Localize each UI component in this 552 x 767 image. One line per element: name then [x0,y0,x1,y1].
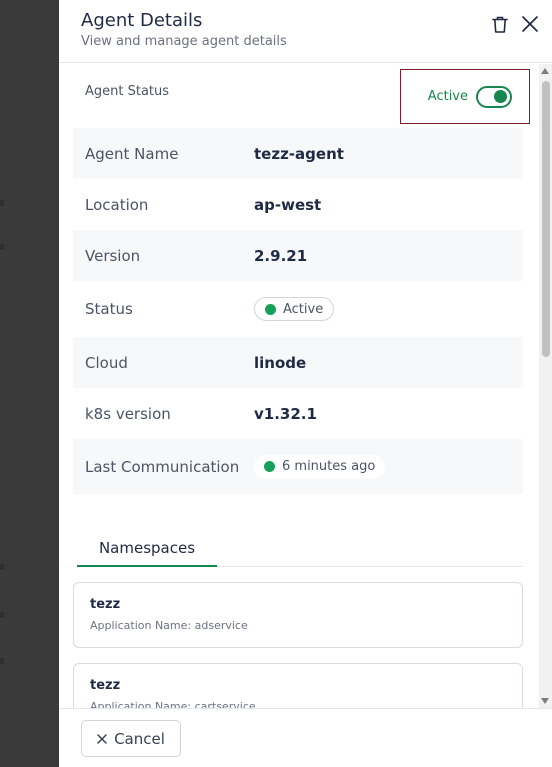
modal-backdrop[interactable] [0,0,59,767]
namespace-name: tezz [90,678,121,693]
drawer-subtitle: View and manage agent details [81,34,287,49]
agent-status-toggle[interactable] [476,85,512,108]
detail-key: Last Communication [85,457,240,476]
detail-value: tezz-agent [254,144,344,163]
scroll-up-arrow-icon[interactable] [541,68,549,74]
cancel-button[interactable]: Cancel [81,720,181,757]
detail-row-version: Version 2.9.21 [73,230,523,281]
detail-row-k8s-version: k8s version v1.32.1 [73,388,523,439]
status-badge-label: Active [283,301,324,317]
close-button[interactable] [519,13,541,35]
status-badge: Active [254,297,335,321]
scroll-down-arrow-icon[interactable] [541,698,549,704]
agent-details-drawer: Agent Details View and manage agent deta… [59,0,552,767]
namespace-card[interactable]: tezz Application Name: cartservice [73,663,523,708]
backdrop-mark [0,564,4,570]
detail-key: Location [85,195,149,214]
namespace-application: Application Name: cartservice [90,700,256,708]
namespaces-tabs: Namespaces [77,530,523,567]
agent-status-label: Agent Status [85,84,170,99]
detail-key: Agent Name [85,144,179,163]
close-icon [97,733,107,744]
agent-details-table: Agent Name tezz-agent Location ap-west V… [73,128,523,494]
cancel-button-label: Cancel [114,729,165,748]
close-icon [522,16,538,32]
scrollbar-thumb[interactable] [542,81,550,357]
last-communication-label: 6 minutes ago [282,459,376,474]
status-dot-icon [265,303,276,315]
detail-row-agent-name: Agent Name tezz-agent [73,128,523,179]
drawer-header: Agent Details View and manage agent deta… [59,0,552,63]
drawer-body[interactable]: Agent Status Active Agent Name tezz-agen… [59,64,539,708]
namespace-card[interactable]: tezz Application Name: adservice [73,582,523,648]
trash-icon [492,16,508,33]
agent-status-toggle-label: Active [427,89,468,104]
backdrop-mark [0,658,4,664]
drawer-title: Agent Details [81,10,203,31]
detail-row-status: Status Active [73,281,523,337]
namespace-name: tezz [90,597,121,612]
status-dot-icon [264,461,275,472]
drawer-footer: Cancel [59,708,552,767]
backdrop-mark [0,612,4,618]
detail-row-last-communication: Last Communication 6 minutes ago [73,439,523,494]
backdrop-mark [0,244,4,250]
toggle-knob [494,90,507,103]
namespace-application: Application Name: adservice [90,619,248,632]
detail-value: ap-west [254,195,322,214]
tab-namespaces[interactable]: Namespaces [77,530,217,567]
backdrop-mark [0,200,4,206]
detail-value: 2.9.21 [254,246,308,265]
detail-key: Cloud [85,353,128,372]
detail-row-location: Location ap-west [73,179,523,230]
detail-row-cloud: Cloud linode [73,337,523,388]
detail-key: Status [85,300,133,318]
detail-key: Version [85,246,141,265]
agent-status-row: Agent Status Active [73,64,530,124]
last-communication-badge: 6 minutes ago [254,454,386,479]
vertical-scrollbar[interactable] [539,64,552,708]
detail-key: k8s version [85,404,171,423]
delete-button[interactable] [489,13,511,35]
detail-value: linode [254,353,307,372]
agent-status-toggle-container[interactable]: Active [400,69,530,124]
detail-value: v1.32.1 [254,404,317,423]
